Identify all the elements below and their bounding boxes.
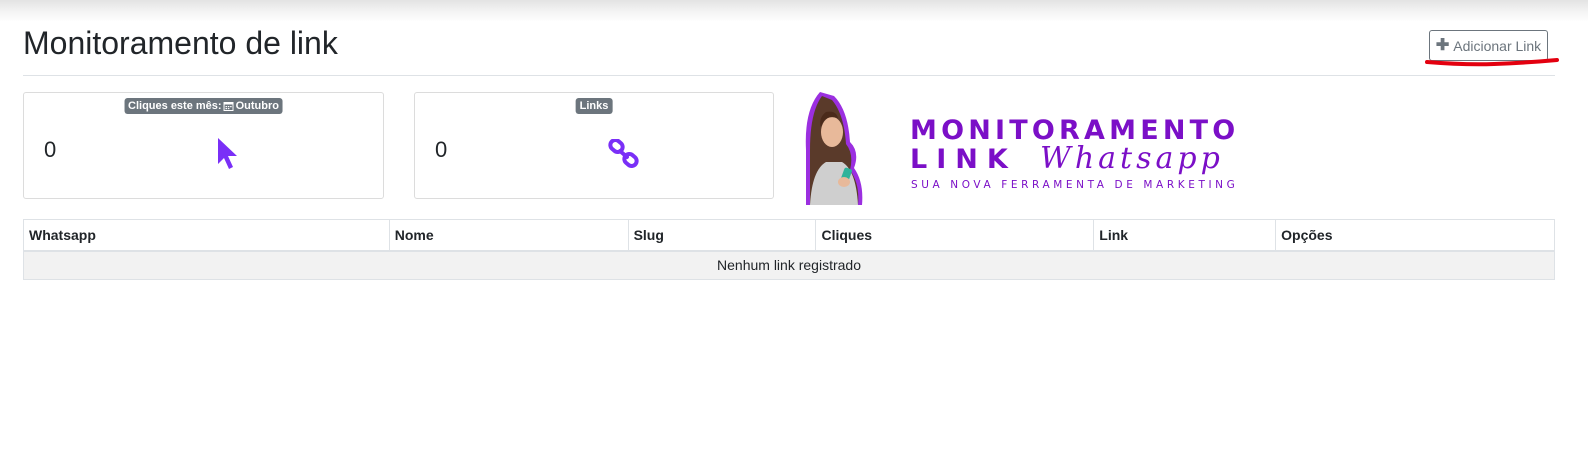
clicks-badge: Cliques este mês: Outubro bbox=[124, 98, 283, 114]
clicks-badge-month: Outubro bbox=[235, 100, 279, 112]
clicks-card: Cliques este mês: Outubro 0 bbox=[23, 92, 384, 199]
column-header-nome[interactable]: Nome bbox=[388, 219, 629, 252]
links-badge: Links bbox=[575, 98, 613, 114]
table-header-row: Whatsapp Nome Slug Cliques Link Opções bbox=[23, 219, 1555, 252]
column-header-cliques[interactable]: Cliques bbox=[815, 219, 1095, 252]
column-header-link[interactable]: Link bbox=[1093, 219, 1277, 252]
title-divider bbox=[23, 75, 1555, 76]
banner-line2-bold: LINK bbox=[910, 144, 1017, 175]
top-shadow bbox=[0, 0, 1588, 22]
add-link-button-label: Adicionar Link bbox=[1453, 37, 1542, 54]
plus-icon: ✚ bbox=[1435, 36, 1450, 54]
links-table: Whatsapp Nome Slug Cliques Link Opções N… bbox=[23, 219, 1555, 280]
table-row: Nenhum link registrado bbox=[23, 250, 1555, 280]
clicks-count: 0 bbox=[44, 137, 57, 162]
column-header-whatsapp[interactable]: Whatsapp bbox=[23, 219, 390, 252]
promo-banner: MONITORAMENTO LINK Whatsapp SUA NOVA FER… bbox=[805, 92, 1238, 205]
column-header-opcoes[interactable]: Opções bbox=[1275, 219, 1555, 252]
red-highlight-underline bbox=[1425, 58, 1559, 67]
page-title: Monitoramento de link bbox=[23, 25, 338, 61]
links-badge-label: Links bbox=[579, 100, 609, 112]
clicks-badge-label: Cliques este mês: bbox=[128, 100, 222, 112]
banner-tagline: SUA NOVA FERRAMENTA DE MARKETING bbox=[911, 179, 1238, 191]
chain-link-icon bbox=[608, 139, 639, 168]
woman-with-phone-illustration bbox=[805, 92, 863, 205]
column-header-slug[interactable]: Slug bbox=[627, 219, 817, 252]
links-count: 0 bbox=[435, 137, 448, 162]
calendar-icon bbox=[223, 102, 234, 111]
banner-line2-script: Whatsapp bbox=[1040, 141, 1224, 176]
cursor-pointer-icon bbox=[218, 138, 237, 169]
empty-table-message: Nenhum link registrado bbox=[23, 250, 1555, 280]
links-card: Links 0 bbox=[414, 92, 774, 199]
